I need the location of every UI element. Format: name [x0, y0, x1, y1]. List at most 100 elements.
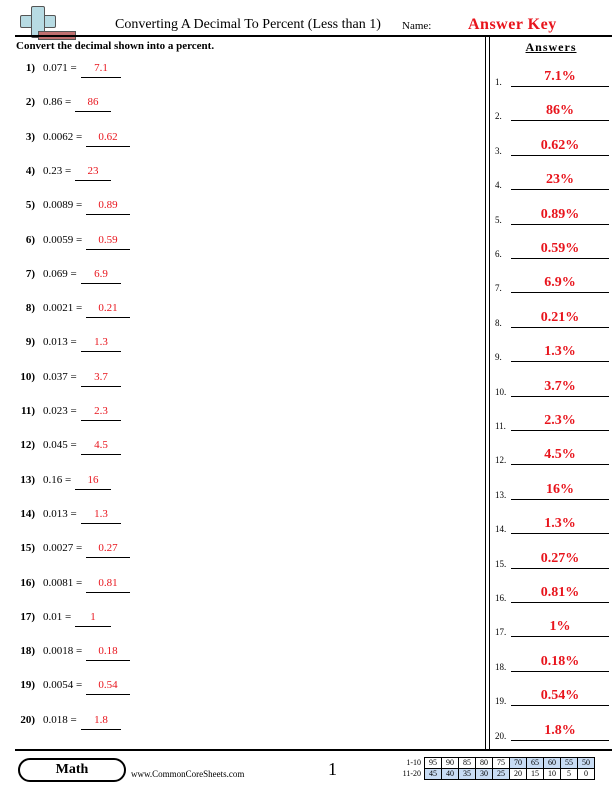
- header-divider: [15, 35, 612, 37]
- answer-key-row: 13. 16%: [495, 482, 610, 502]
- answer-key-row: 9. 1.3%: [495, 344, 610, 364]
- problem-answer-blank[interactable]: 16: [75, 474, 111, 490]
- problem-row: 19) 0.0054 = 0.54: [0, 679, 300, 699]
- problem-row: 5) 0.0089 = 0.89: [0, 199, 300, 219]
- problem-answer-blank[interactable]: 0.21: [86, 302, 130, 319]
- answer-key-number: 19.: [495, 696, 507, 707]
- score-table: 1-10 95 90 85 80 75 70 65 60 55 50 11-20 45 40 35 30 25 2…: [392, 757, 595, 780]
- problem-question: 0.071 =: [43, 62, 77, 74]
- problem-question: 0.23 =: [43, 164, 72, 177]
- score-cell: 35: [458, 768, 476, 780]
- answer-key-row: 10. 3.7%: [495, 379, 610, 399]
- problem-answer-blank[interactable]: 4.5: [81, 439, 121, 456]
- problem-question: 0.0059 =: [43, 233, 83, 246]
- answer-key-value: 0.89%: [511, 207, 609, 225]
- score-cell: 90: [441, 757, 459, 769]
- problem-answer-blank[interactable]: 23: [75, 165, 111, 181]
- problem-answer-blank[interactable]: 0.27: [86, 542, 130, 559]
- answer-key-row: 8. 0.21%: [495, 310, 610, 330]
- score-cell: 50: [577, 757, 595, 769]
- problem-number: 20): [20, 713, 35, 726]
- problem-question: 0.0018 =: [43, 645, 83, 658]
- answer-key-number: 6.: [495, 249, 502, 259]
- problem-row: 13) 0.16 = 16: [0, 474, 300, 494]
- answer-key-value: 0.18%: [511, 654, 609, 672]
- answer-key-row: 11. 2.3%: [495, 413, 610, 433]
- score-row-label: 11-20: [402, 769, 421, 778]
- answer-key-row: 5. 0.89%: [495, 207, 610, 227]
- problem-answer-blank[interactable]: 0.89: [86, 199, 130, 216]
- problem-number: 9): [25, 336, 35, 349]
- problem-answer-blank[interactable]: 3.7: [81, 371, 121, 387]
- problem-answer-blank[interactable]: 7.1: [81, 62, 121, 78]
- answer-key-number: 16.: [495, 593, 507, 603]
- problem-number: 15): [20, 542, 35, 555]
- problem-row: 18) 0.0018 = 0.18: [0, 645, 300, 665]
- answer-key-value: 1%: [511, 619, 609, 638]
- problem-answer-blank[interactable]: 0.59: [86, 234, 130, 250]
- score-row: 1-10 95 90 85 80 75 70 65 60 55 50: [392, 757, 595, 769]
- answer-key-row: 6. 0.59%: [495, 241, 610, 261]
- answer-key-number: 20.: [495, 730, 507, 741]
- answer-key-row: 20. 1.8%: [495, 723, 610, 743]
- score-cell: 85: [458, 757, 476, 769]
- answer-key-row: 7. 6.9%: [495, 275, 610, 295]
- problem-question: 0.037 =: [43, 370, 77, 383]
- problem-answer-blank[interactable]: 86: [75, 96, 111, 113]
- problem-answer-blank[interactable]: 1: [75, 611, 111, 627]
- answer-key-number: 7.: [495, 283, 502, 294]
- problem-question: 0.0027 =: [43, 542, 83, 555]
- answer-key-number: 13.: [495, 489, 507, 500]
- problem-row: 8) 0.0021 = 0.21: [0, 302, 300, 322]
- problem-question: 0.069 =: [43, 267, 77, 280]
- problem-question: 0.0081 =: [43, 576, 83, 589]
- problem-answer-blank[interactable]: 1.3: [81, 508, 121, 524]
- problem-number: 18): [20, 645, 35, 658]
- problem-answer-blank[interactable]: 2.3: [81, 405, 121, 421]
- problem-question: 0.01 =: [43, 610, 72, 623]
- problem-row: 4) 0.23 = 23: [0, 165, 300, 185]
- score-cell: 45: [424, 768, 442, 780]
- score-cell: 75: [492, 757, 510, 769]
- problem-number: 11): [20, 405, 35, 417]
- problem-answer-blank[interactable]: 0.54: [86, 679, 130, 696]
- problem-answer-blank[interactable]: 0.62: [86, 131, 130, 147]
- score-cell: 40: [441, 768, 459, 780]
- problem-answer-blank[interactable]: 1.8: [81, 714, 121, 730]
- problem-question: 0.023 =: [43, 405, 77, 417]
- answer-key-number: 8.: [495, 317, 502, 328]
- answer-key-value: 1.8%: [511, 723, 609, 741]
- name-value: Answer Key: [468, 16, 557, 33]
- answer-key-row: 18. 0.18%: [495, 654, 610, 674]
- answer-key-value: 2.3%: [511, 413, 609, 431]
- problem-number: 16): [20, 576, 35, 589]
- problem-question: 0.045 =: [43, 439, 77, 452]
- answer-key-number: 14.: [495, 524, 507, 535]
- answer-key-value: 0.54%: [511, 688, 609, 707]
- answers-heading: Answers: [525, 40, 577, 54]
- problem-answer-blank[interactable]: 6.9: [81, 268, 121, 284]
- answer-key-number: 10.: [495, 386, 507, 397]
- answer-key-number: 4.: [495, 180, 502, 191]
- problem-number: 4): [25, 164, 35, 177]
- name-label: Name:: [402, 20, 432, 32]
- problem-answer-blank[interactable]: 1.3: [81, 336, 121, 353]
- problem-number: 17): [20, 610, 35, 623]
- answer-key-value: 86%: [511, 103, 609, 122]
- answer-key-value: 0.59%: [511, 241, 609, 259]
- answer-key-value: 1.3%: [511, 516, 609, 535]
- answer-key-value: 0.62%: [511, 138, 609, 156]
- problem-answer-blank[interactable]: 0.18: [86, 645, 130, 662]
- score-cell: 20: [509, 768, 527, 780]
- problem-row: 17) 0.01 = 1: [0, 611, 300, 631]
- problem-number: 13): [20, 473, 35, 486]
- score-cell: 95: [424, 757, 442, 769]
- problem-number: 7): [25, 267, 35, 280]
- problem-question: 0.86 =: [43, 96, 72, 109]
- instructions: Convert the decimal shown into a percent…: [16, 40, 215, 52]
- problem-row: 3) 0.0062 = 0.62: [0, 131, 300, 151]
- page-number: 1: [328, 759, 337, 779]
- answer-key-value: 1.3%: [511, 344, 609, 363]
- problem-question: 0.0021 =: [43, 302, 83, 315]
- problem-answer-blank[interactable]: 0.81: [86, 577, 130, 593]
